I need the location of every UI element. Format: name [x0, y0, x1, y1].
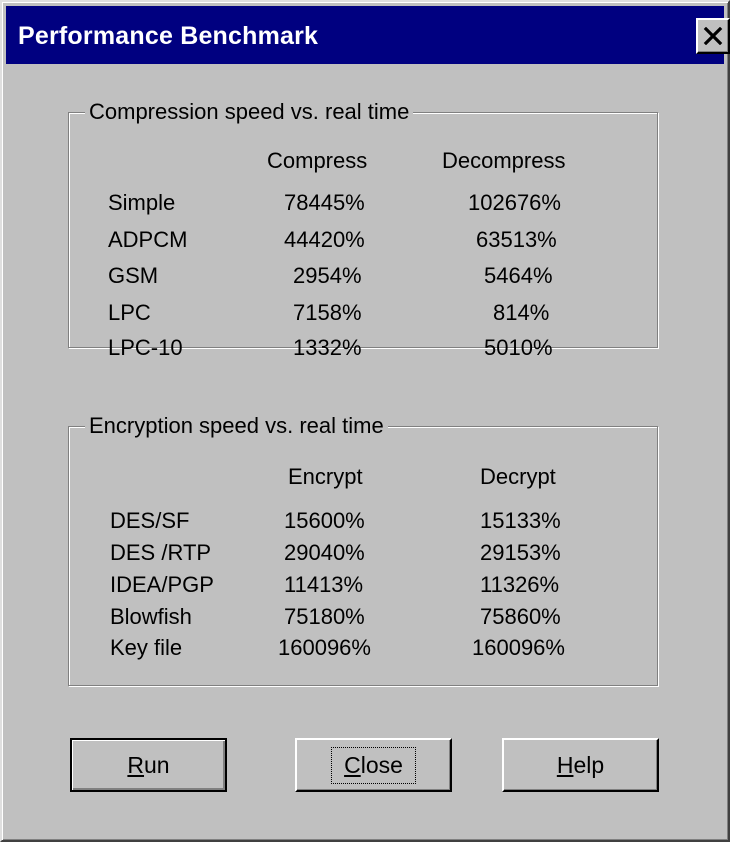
decrypt-value: 160096%	[472, 635, 565, 660]
window-title: Performance Benchmark	[18, 22, 319, 50]
run-label-rest: un	[144, 751, 170, 778]
codec-name: ADPCM	[108, 227, 188, 252]
close-button[interactable]: Close	[295, 738, 452, 792]
help-button-label: Help	[557, 752, 604, 779]
cipher-name: DES/SF	[110, 508, 190, 533]
title-bar[interactable]: Performance Benchmark	[6, 6, 730, 64]
codec-name: LPC	[108, 300, 151, 325]
cipher-name: DES /RTP	[110, 540, 212, 565]
decrypt-value: 75860%	[480, 604, 561, 629]
compress-value: 7158%	[293, 300, 362, 325]
decompress-value: 5464%	[484, 263, 553, 288]
decrypt-value: 11326%	[480, 572, 560, 597]
compress-value: 2954%	[293, 263, 362, 288]
decompress-column-header: Decompress	[442, 148, 566, 173]
benchmark-dialog: Performance Benchmark Compression speed …	[0, 0, 730, 842]
decrypt-value: 29153%	[480, 540, 561, 565]
encrypt-value: 15600%	[284, 508, 365, 533]
encrypt-value: 11413%	[284, 572, 364, 597]
encrypt-value: 29040%	[284, 540, 365, 565]
decrypt-value: 15133%	[480, 508, 561, 533]
encrypt-value: 160096%	[278, 635, 371, 660]
compress-value: 1332%	[293, 335, 362, 360]
close-icon-glyph	[703, 27, 723, 45]
close-label-rest: lose	[360, 751, 403, 778]
close-mnemonic: C	[344, 751, 361, 778]
cipher-name: Blowfish	[110, 604, 192, 629]
decompress-value: 5010%	[484, 335, 553, 360]
codec-name: GSM	[108, 263, 159, 288]
encrypt-value: 75180%	[284, 604, 365, 629]
decrypt-column-header: Decrypt	[480, 464, 556, 489]
close-icon[interactable]	[696, 18, 730, 54]
codec-name: LPC-10	[108, 335, 183, 360]
encrypt-column-header: Encrypt	[288, 464, 363, 489]
help-mnemonic: H	[556, 751, 574, 778]
help-label-rest: elp	[573, 751, 605, 778]
run-button[interactable]: Run	[70, 738, 227, 792]
compression-group-label: Compression speed vs. real time	[85, 99, 414, 125]
decompress-value: 63513%	[476, 227, 557, 252]
run-button-label: Run	[127, 752, 169, 779]
compress-column-header: Compress	[267, 148, 368, 173]
encryption-group-label: Encryption speed vs. real time	[85, 413, 388, 439]
codec-name: Simple	[108, 190, 176, 215]
close-button-label: Close	[331, 746, 416, 784]
cipher-name: IDEA/PGP	[110, 572, 214, 597]
decompress-value: 102676%	[468, 190, 561, 215]
compress-value: 78445%	[284, 190, 365, 215]
help-button[interactable]: Help	[502, 738, 659, 792]
cipher-name: Key file	[110, 635, 183, 660]
compress-value: 44420%	[284, 227, 365, 252]
decompress-value: 814%	[493, 300, 550, 325]
run-mnemonic: R	[127, 751, 145, 778]
